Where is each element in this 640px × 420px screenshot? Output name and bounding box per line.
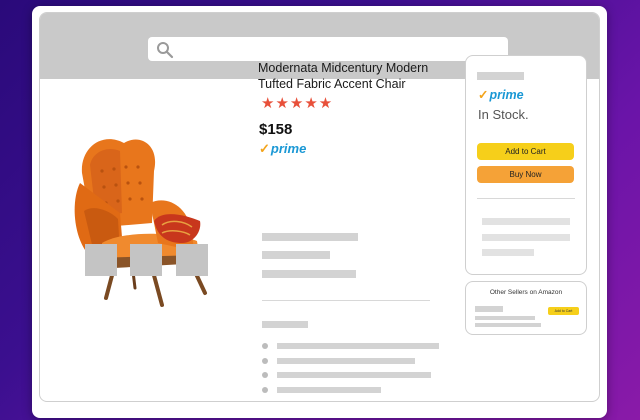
buybox-price-placeholder <box>477 72 524 80</box>
thumbnail-2[interactable] <box>130 244 162 276</box>
seller-info-placeholder-1 <box>475 316 535 320</box>
search-input[interactable] <box>148 37 508 61</box>
product-title[interactable]: Modernata Midcentury Modern Tufted Fabri… <box>258 60 448 92</box>
product-page: Modernata Midcentury Modern Tufted Fabri… <box>39 12 600 402</box>
bullet-text-placeholder-4 <box>277 387 381 393</box>
stock-status: In Stock. <box>478 107 529 122</box>
buybox-divider <box>477 198 575 199</box>
prime-check-icon: ✓ <box>478 88 489 102</box>
bullet-3 <box>262 372 268 378</box>
other-sellers-title[interactable]: Other Sellers on Amazon <box>466 289 586 296</box>
other-sellers-box: Other Sellers on Amazon Add to Cart <box>465 281 587 335</box>
buy-now-button[interactable]: Buy Now <box>477 166 574 183</box>
section-heading-placeholder <box>262 321 308 328</box>
product-price: $158 <box>259 121 293 138</box>
section-divider <box>262 300 430 301</box>
buybox-info-placeholder-1 <box>482 218 570 225</box>
armchair-image <box>74 139 207 307</box>
bullet-text-placeholder-1 <box>277 343 439 349</box>
rating-stars[interactable]: ★★★★★ <box>261 94 333 112</box>
detail-placeholder-1 <box>262 233 358 241</box>
detail-placeholder-3 <box>262 270 356 278</box>
seller-name-placeholder <box>475 306 503 312</box>
prime-badge: ✓prime <box>259 141 306 157</box>
bullet-1 <box>262 343 268 349</box>
browser-window: Modernata Midcentury Modern Tufted Fabri… <box>32 6 607 418</box>
bullet-text-placeholder-3 <box>277 372 431 378</box>
thumbnail-1[interactable] <box>85 244 117 276</box>
product-image[interactable] <box>62 93 222 313</box>
buybox-prime-badge: ✓prime <box>478 87 524 102</box>
buybox-info-placeholder-3 <box>482 249 534 256</box>
buybox-info-placeholder-2 <box>482 234 570 241</box>
thumbnail-3[interactable] <box>176 244 208 276</box>
bullet-2 <box>262 358 268 364</box>
buy-box: ✓prime In Stock. Add to Cart Buy Now <box>465 55 587 275</box>
prime-label: prime <box>270 141 307 156</box>
bullet-text-placeholder-2 <box>277 358 415 364</box>
search-icon[interactable] <box>156 41 174 59</box>
detail-placeholder-2 <box>262 251 330 259</box>
prime-label: prime <box>489 88 524 102</box>
add-to-cart-button[interactable]: Add to Cart <box>477 143 574 160</box>
bullet-4 <box>262 387 268 393</box>
seller-info-placeholder-2 <box>475 323 541 327</box>
prime-check-icon: ✓ <box>259 141 270 156</box>
seller-add-to-cart-button[interactable]: Add to Cart <box>548 307 579 315</box>
